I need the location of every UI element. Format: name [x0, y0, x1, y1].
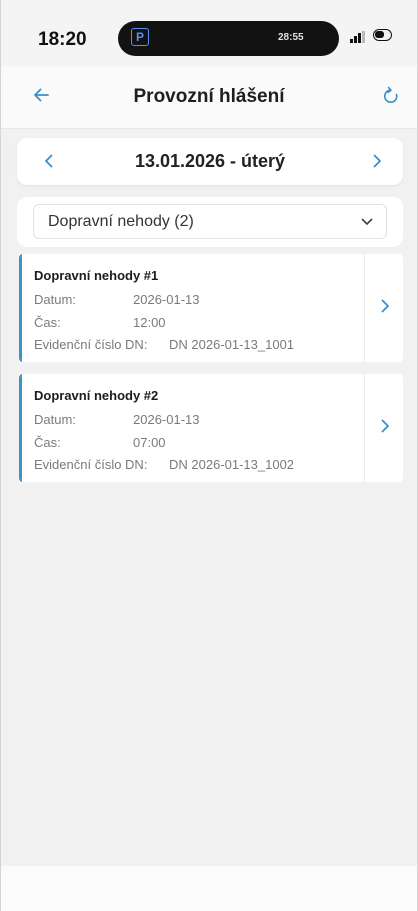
category-select[interactable]: Dopravní nehody (2): [33, 204, 387, 239]
chevron-right-icon[interactable]: [375, 416, 395, 436]
item-title: Dopravní nehody #1: [34, 268, 159, 283]
date-navigator: 13.01.2026 - úterý: [17, 138, 403, 185]
live-activity-timer: 28:55: [278, 32, 304, 43]
chevron-right-icon[interactable]: [367, 151, 387, 171]
page-title: Provozní hlášení: [133, 86, 285, 107]
reference-label: Evidenční číslo DN:: [34, 337, 148, 352]
battery-icon: [373, 29, 392, 41]
item-accent-bar: [19, 374, 22, 482]
list-item[interactable]: Dopravní nehody #1 Datum: 2026-01-13 Čas…: [19, 254, 403, 362]
item-divider: [364, 254, 365, 362]
item-accent-bar: [19, 254, 22, 362]
cellular-signal-icon: [350, 31, 368, 43]
dynamic-island[interactable]: [118, 21, 339, 56]
app-header: Provozní hlášení: [1, 66, 417, 129]
time-label: Čas:: [34, 435, 61, 450]
reference-value: DN 2026-01-13_1001: [169, 337, 295, 352]
phone-screen: 18:20 P 28:55 Provozní hlášení 13.01.202…: [0, 0, 418, 911]
category-select-value: Dopravní nehody (2): [48, 213, 194, 230]
time-label: Čas:: [34, 315, 61, 330]
reference-label: Evidenční číslo DN:: [34, 457, 148, 472]
chevron-down-icon: [361, 218, 373, 225]
current-date: 13.01.2026 - úterý: [134, 151, 286, 171]
refresh-icon[interactable]: [381, 85, 401, 107]
chevron-right-icon[interactable]: [375, 296, 395, 316]
date-label: Datum:: [34, 412, 76, 427]
reference-value: DN 2026-01-13_1002: [169, 457, 295, 472]
item-title: Dopravní nehody #2: [34, 388, 159, 403]
category-filter: Dopravní nehody (2): [17, 197, 403, 247]
time-value: 07:00: [133, 435, 166, 450]
list-item[interactable]: Dopravní nehody #2 Datum: 2026-01-13 Čas…: [19, 374, 403, 482]
date-value: 2026-01-13: [133, 292, 200, 307]
item-divider: [364, 374, 365, 482]
status-bar: 18:20 P 28:55: [1, 0, 417, 66]
status-time: 18:20: [38, 29, 87, 50]
date-label: Datum:: [34, 292, 76, 307]
parking-icon: P: [131, 28, 149, 46]
bottom-area: [1, 866, 417, 911]
time-value: 12:00: [133, 315, 166, 330]
date-value: 2026-01-13: [133, 412, 200, 427]
